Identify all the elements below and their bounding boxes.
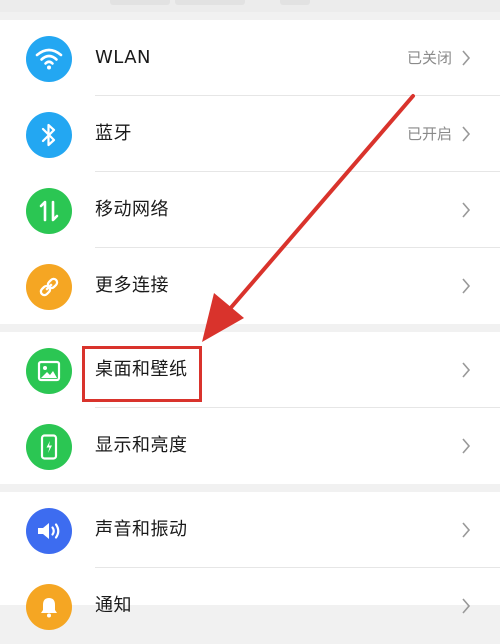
annotation-arrow-icon bbox=[202, 94, 415, 342]
